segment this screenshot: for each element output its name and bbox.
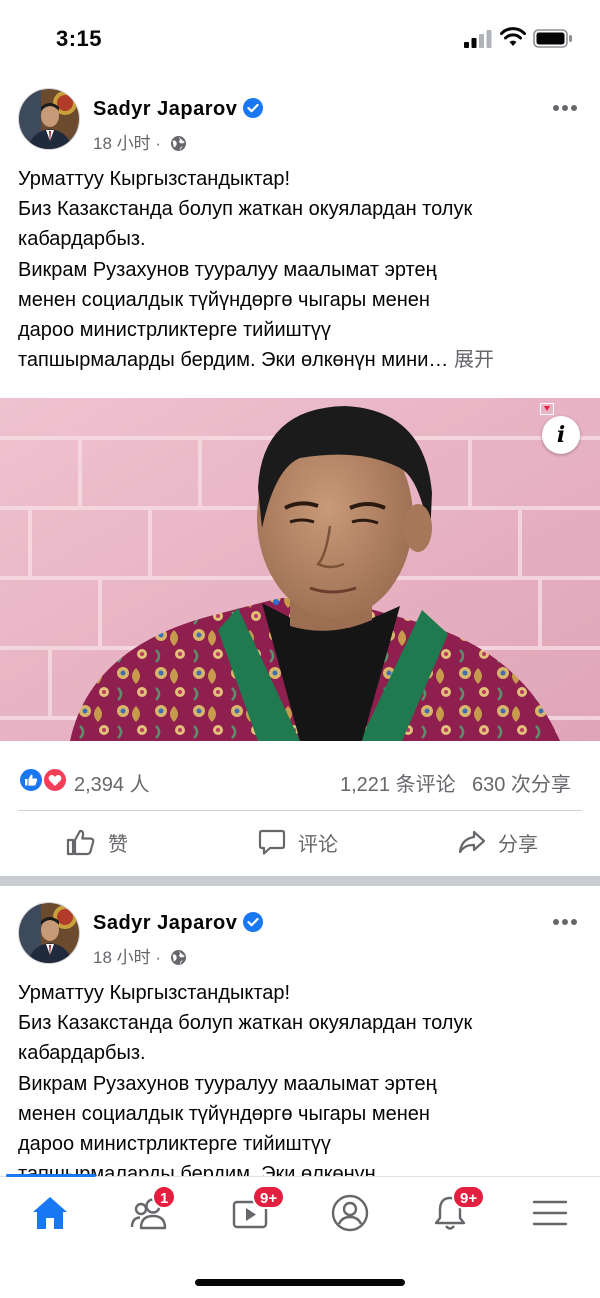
post-text-line: кабардарбыз. [18, 228, 146, 251]
globe-icon [170, 950, 186, 965]
post-text-truncated: тапшырмаларды бердим. Эки өлкөнүн мини… [18, 349, 449, 372]
tab-home[interactable] [20, 1191, 80, 1239]
post-text-line: Викрам Рузахунов тууралуу маалымат эртең [18, 258, 437, 281]
like-label: 赞 [108, 833, 128, 856]
post-actions: 赞 评论 分享 [0, 816, 600, 868]
like-reaction-icon [18, 767, 44, 793]
menu-icon [532, 1200, 568, 1226]
post-author[interactable]: Sadyr Japarov [93, 98, 264, 121]
author-name[interactable]: Sadyr Japarov [93, 912, 237, 934]
reactions-bar[interactable]: 2,394 人 1,221 条评论 630 次分享 [0, 762, 600, 798]
more-icon[interactable] [553, 98, 585, 111]
comments-count[interactable]: 1,221 条评论 [340, 768, 456, 797]
post: Sadyr Japarov 18 小时 · Урматтуу Кыргызста… [0, 72, 600, 876]
news-feed[interactable]: Sadyr Japarov 18 小时 · Урматтуу Кыргызста… [0, 72, 600, 1176]
tab-notifications[interactable]: 9+ [420, 1185, 486, 1239]
media-mark-icon [540, 403, 554, 415]
post: Sadyr Japarov 18 小时 · Урматтуу Кыргызста… [0, 886, 600, 1176]
post-text-line: менен социалдык түйүндөргө чыгары менен [18, 288, 430, 311]
post-meta: 18 小时 · [93, 129, 187, 154]
wifi-icon [500, 27, 526, 46]
signal-icon [464, 30, 492, 48]
avatar-image [19, 89, 79, 149]
post-text-line: Биз Казакстанда болуп жаткан окуялардан … [18, 1012, 473, 1035]
status-bar: 3:15 [0, 0, 600, 72]
avatar[interactable] [18, 88, 80, 150]
friends-badge: 1 [152, 1185, 177, 1209]
see-more-link[interactable]: 展开 [454, 349, 494, 371]
shares-count[interactable]: 630 次分享 [472, 768, 571, 797]
post-text-line-last: тапшырмаларды бердим. Эки өлкөнүн мини… … [18, 345, 584, 375]
share-button[interactable]: 分享 [458, 816, 538, 868]
post-photo[interactable] [0, 398, 600, 741]
post-text-line: дароо министрликтерге тийиштүү [18, 1133, 331, 1156]
tab-menu[interactable] [520, 1191, 580, 1239]
share-icon [458, 830, 486, 854]
battery-icon [533, 29, 572, 48]
post-text-line: дароо министрликтерге тийиштүү [18, 319, 331, 342]
verified-icon [243, 912, 264, 932]
comment-label: 评论 [298, 833, 338, 856]
post-photo-image [0, 398, 600, 741]
profile-icon [331, 1194, 369, 1232]
avatar-image [19, 903, 79, 963]
more-icon[interactable] [553, 912, 585, 925]
reaction-count[interactable]: 2,394 人 [74, 768, 150, 797]
author-name[interactable]: Sadyr Japarov [93, 98, 237, 120]
active-tab-indicator [6, 1174, 96, 1177]
post-text-line: Викрам Рузахунов тууралуу маалымат эртең [18, 1072, 437, 1095]
globe-icon [170, 136, 186, 151]
post-text-line: Урматтуу Кыргызстандыктар! [18, 168, 291, 190]
thumbs-up-icon [66, 829, 95, 856]
divider [18, 810, 582, 811]
post-text-line: кабардарбыз. [18, 1042, 146, 1065]
notifications-badge: 9+ [452, 1185, 486, 1209]
like-button[interactable]: 赞 [66, 816, 128, 868]
home-indicator[interactable] [195, 1279, 405, 1286]
status-time: 3:15 [56, 26, 103, 51]
post-text-line: менен социалдык түйүндөргө чыгары менен [18, 1102, 430, 1125]
post-time[interactable]: 18 小时 [93, 134, 151, 153]
watch-badge: 9+ [252, 1185, 286, 1209]
comment-icon [258, 829, 286, 855]
share-label: 分享 [498, 833, 538, 856]
post-text-line: Урматтуу Кыргызстандыктар! [18, 982, 291, 1004]
post-author[interactable]: Sadyr Japarov [93, 912, 264, 935]
post-time[interactable]: 18 小时 [93, 948, 151, 967]
home-icon [33, 1197, 67, 1229]
tab-friends[interactable]: 1 [120, 1185, 180, 1239]
post-text: Урматтуу Кыргызстандыктар! Биз Казакстан… [18, 164, 584, 375]
post-text: Урматтуу Кыргызстандыктар! Биз Казакстан… [18, 978, 584, 1176]
post-meta: 18 小时 · [93, 943, 187, 968]
avatar[interactable] [18, 902, 80, 964]
verified-icon [243, 98, 264, 118]
feed-separator [0, 876, 600, 886]
post-text-line: Биз Казакстанда болуп жаткан окуялардан … [18, 198, 473, 221]
comment-button[interactable]: 评论 [258, 816, 338, 868]
tab-profile[interactable] [320, 1191, 380, 1239]
bottom-tab-bar: 1 9+ 9+ [0, 1174, 600, 1298]
love-reaction-icon [42, 767, 68, 793]
reaction-icons [18, 767, 68, 793]
info-icon[interactable]: i [542, 416, 580, 454]
tab-watch[interactable]: 9+ [220, 1185, 286, 1239]
post-text-line: тапшырмаларды бердим. Эки өлкөнүн [18, 1163, 376, 1176]
